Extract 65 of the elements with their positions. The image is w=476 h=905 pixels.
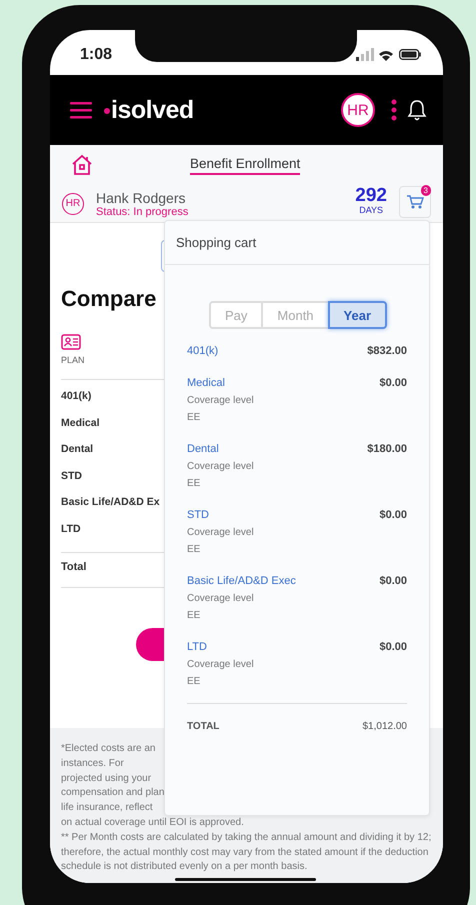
bell-icon[interactable] [407, 99, 427, 121]
footnote-text: projected using your [61, 772, 152, 786]
footnote-text: *Elected costs are an [61, 742, 156, 756]
benefit-amount: $0.00 [379, 575, 407, 587]
cart-button[interactable]: 3 [399, 186, 431, 218]
footnote-text: therefore, the actual monthly cost may vary from the stated amount if the deduction [61, 846, 428, 860]
plan-name: Dental [61, 442, 94, 458]
battery-icon [399, 49, 421, 60]
footnote-text: compensation and plan [61, 786, 164, 800]
status-time: 1:08 [80, 46, 112, 64]
benefit-link[interactable]: Dental [187, 443, 219, 455]
benefit-link[interactable]: 401(k) [187, 345, 218, 357]
coverage-label: Coverage level [187, 461, 255, 472]
benefit-amount: $180.00 [367, 443, 407, 455]
footnote-text: instances. For [61, 756, 124, 771]
coverage-label: Coverage level [187, 395, 255, 406]
coverage-label: Coverage level [187, 593, 255, 604]
tab[interactable]: Benefit Enrollment [190, 156, 300, 174]
plan-name: LTD [61, 522, 81, 537]
cart-icon [406, 194, 424, 210]
total-amount: $1,012.00 [362, 721, 407, 732]
user-avatar: HR [62, 192, 84, 214]
days-label: DAYS [359, 204, 384, 214]
page-heading: Compare [61, 286, 158, 312]
coverage-value: EE [187, 676, 202, 687]
plan-name: Basic Life/AD&D Ex [61, 495, 160, 510]
coverage-label: Coverage level [187, 527, 255, 538]
signal-icon [356, 48, 374, 61]
coverage-value: EE [187, 544, 202, 555]
home-icon[interactable] [70, 153, 94, 177]
plan-name: STD [61, 468, 82, 484]
benefit-link[interactable]: Medical [187, 377, 225, 389]
period-toggle[interactable]: Year [328, 301, 388, 329]
benefit-link[interactable]: LTD [187, 641, 207, 653]
footnote-text: life insurance, reflect [61, 801, 153, 816]
user-name: Hank Rodgers [96, 190, 186, 206]
menu-icon[interactable] [70, 101, 92, 119]
coverage-label: Coverage level [187, 659, 255, 670]
plan-name: Medical [61, 416, 100, 431]
footnote-text: on actual coverage until EOI is approved. [61, 816, 244, 830]
column-header: PLAN [61, 355, 86, 365]
benefit-amount: $0.00 [379, 377, 407, 389]
more-icon[interactable] [391, 99, 397, 121]
benefit-amount: $0.00 [379, 641, 407, 653]
coverage-value: EE [187, 610, 202, 621]
enrollment-status: Status: In progress [96, 206, 188, 218]
benefit-amount: $0.00 [379, 509, 407, 521]
popup-title: Shopping cart [176, 235, 256, 250]
cart-count-badge: 3 [420, 185, 431, 196]
logo: isolved [111, 96, 194, 124]
avatar[interactable]: HR [341, 93, 375, 127]
total-label: TOTAL [187, 721, 220, 732]
footnote-text: ** Per Month costs are calculated by taking the annual amount and dividing it by 12; [61, 830, 432, 845]
benefit-link[interactable]: STD [187, 509, 209, 521]
days-count: 292 [355, 186, 387, 204]
footnote-text: schedule is not distributed evenly on a per month basis. [61, 860, 308, 874]
benefit-link[interactable]: Basic Life/AD&D Exec [187, 575, 296, 587]
logo-dot-icon [104, 108, 110, 114]
total-label: Total [61, 560, 88, 573]
benefit-amount: $832.00 [367, 345, 407, 357]
coverage-value: EE [187, 412, 202, 423]
plan-name: 401(k) [61, 389, 92, 404]
wifi-icon [379, 48, 394, 60]
id-card-icon [61, 334, 81, 350]
coverage-value: EE [187, 478, 202, 489]
